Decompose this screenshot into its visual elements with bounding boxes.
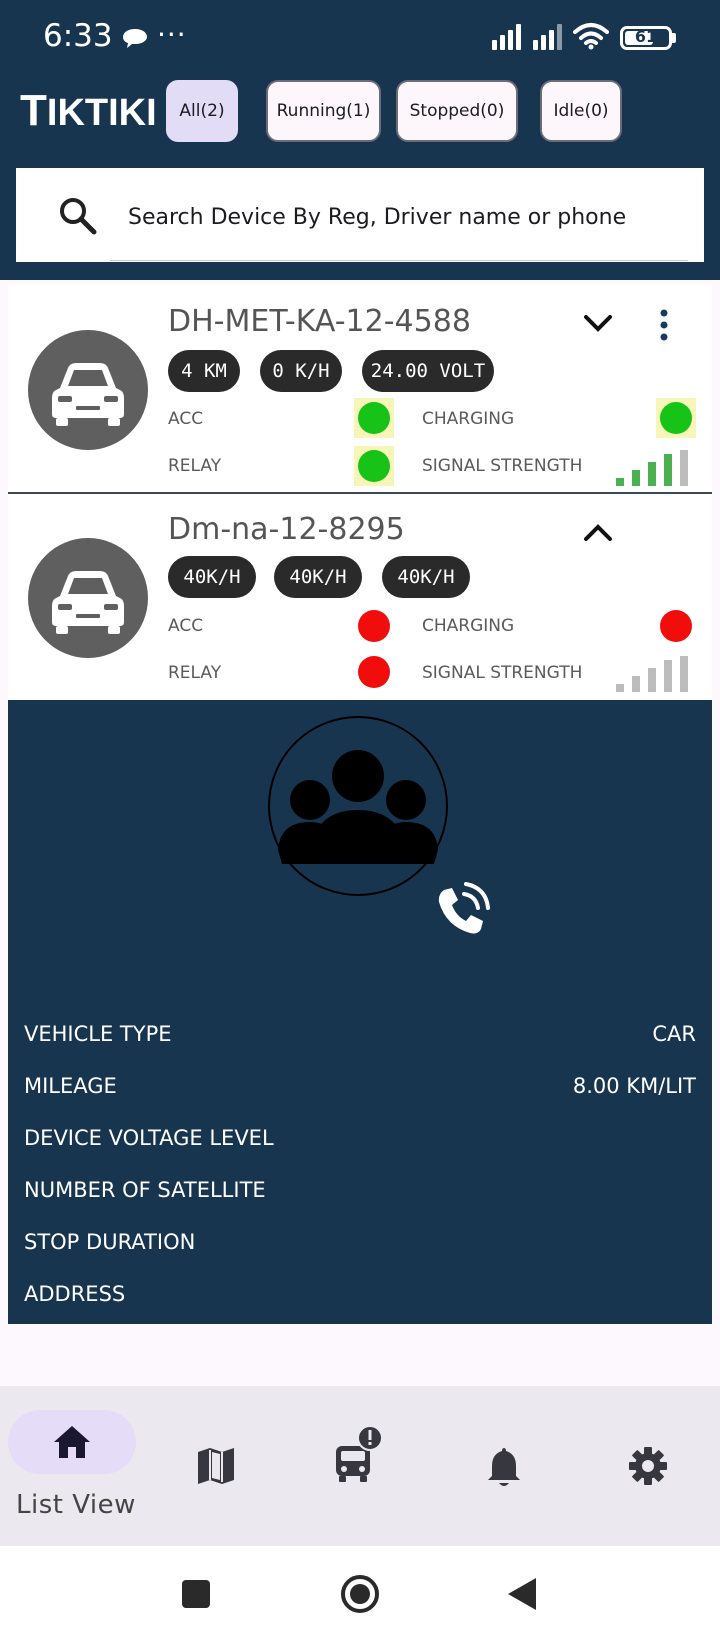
detail-label: VEHICLE TYPE [24, 1022, 172, 1046]
detail-label: DEVICE VOLTAGE LEVEL [24, 1126, 274, 1150]
more-vert-icon[interactable] [656, 308, 672, 342]
bell-icon[interactable] [486, 1446, 522, 1488]
home-system-button[interactable] [340, 1574, 380, 1614]
detail-row-device-voltage: DEVICE VOLTAGE LEVEL [24, 1126, 696, 1150]
filter-chip-running[interactable]: Running(1) [266, 80, 381, 142]
detail-value: 8.00 KM/LIT [572, 1074, 696, 1098]
detail-value: CAR [652, 1022, 696, 1046]
relay-indicator [354, 652, 394, 692]
speed-pill: 40K/H [382, 556, 470, 598]
search-input[interactable] [126, 198, 690, 236]
detail-row-mileage: MILEAGE 8.00 KM/LIT [24, 1074, 696, 1098]
relay-label: RELAY [168, 663, 222, 683]
detail-row-address: ADDRESS [24, 1282, 696, 1306]
filter-chip-idle[interactable]: Idle(0) [540, 80, 622, 142]
distance-pill: 4 KM [168, 350, 240, 392]
vehicle-avatar [28, 330, 148, 450]
charging-label: CHARGING [422, 616, 515, 636]
group-icon [278, 750, 438, 864]
voltage-pill: 24.00 VOLT [362, 350, 494, 392]
search-icon [60, 198, 97, 235]
home-icon[interactable] [52, 1424, 92, 1460]
device-reg: Dm-na-12-8295 [168, 512, 405, 547]
acc-indicator [354, 606, 394, 646]
nav-active-label: List View [16, 1490, 136, 1520]
chevron-up-icon[interactable] [582, 522, 614, 544]
filter-chip-all[interactable]: All(2) [166, 80, 238, 142]
detail-row-stop-duration: STOP DURATION [24, 1230, 696, 1254]
signal-strength-label: SIGNAL STRENGTH [422, 456, 583, 476]
cell-signal-1-icon [492, 24, 521, 50]
map-icon[interactable] [196, 1446, 236, 1486]
driver-avatar [268, 716, 448, 896]
battery-icon: 61 [620, 26, 672, 50]
phone-call-icon[interactable] [430, 880, 492, 942]
relay-indicator [354, 446, 394, 486]
filter-chip-stopped[interactable]: Stopped(0) [396, 80, 518, 142]
device-reg: DH-MET-KA-12-4588 [168, 304, 471, 339]
charging-indicator [656, 398, 696, 438]
bus-alert-icon[interactable] [334, 1424, 384, 1484]
gear-icon[interactable] [628, 1446, 668, 1486]
battery-level: 61 [634, 27, 658, 46]
acc-indicator [354, 398, 394, 438]
back-button[interactable] [506, 1576, 538, 1612]
speed-pill: 40K/H [168, 556, 256, 598]
charging-indicator [656, 606, 696, 646]
chat-notification-icon [123, 29, 147, 48]
detail-label: MILEAGE [24, 1074, 117, 1098]
relay-label: RELAY [168, 456, 222, 476]
status-more-dots: ··· [157, 18, 187, 51]
cell-signal-2-icon [533, 24, 562, 50]
battery-tip [672, 33, 676, 43]
chevron-down-icon[interactable] [582, 312, 614, 334]
search-underline [110, 260, 688, 261]
car-icon [52, 363, 124, 426]
speed-pill: 0 K/H [260, 350, 342, 392]
signal-strength-label: SIGNAL STRENGTH [422, 663, 583, 683]
wifi-icon [573, 23, 609, 50]
acc-label: ACC [168, 616, 204, 636]
vehicle-avatar [28, 538, 148, 658]
detail-label: STOP DURATION [24, 1230, 196, 1254]
app-logo: TIKTIKI [20, 86, 157, 135]
status-time: 6:33 [43, 18, 113, 54]
charging-label: CHARGING [422, 409, 515, 429]
detail-row-satellites: NUMBER OF SATELLITE [24, 1178, 696, 1202]
car-icon [52, 571, 124, 634]
detail-label: ADDRESS [24, 1282, 126, 1306]
detail-row-vehicle-type: VEHICLE TYPE CAR [24, 1022, 696, 1046]
detail-label: NUMBER OF SATELLITE [24, 1178, 266, 1202]
signal-strength-bars [616, 450, 688, 486]
recents-button[interactable] [182, 1580, 210, 1608]
signal-strength-bars [616, 656, 688, 692]
speed-pill: 40K/H [274, 556, 362, 598]
acc-label: ACC [168, 409, 204, 429]
